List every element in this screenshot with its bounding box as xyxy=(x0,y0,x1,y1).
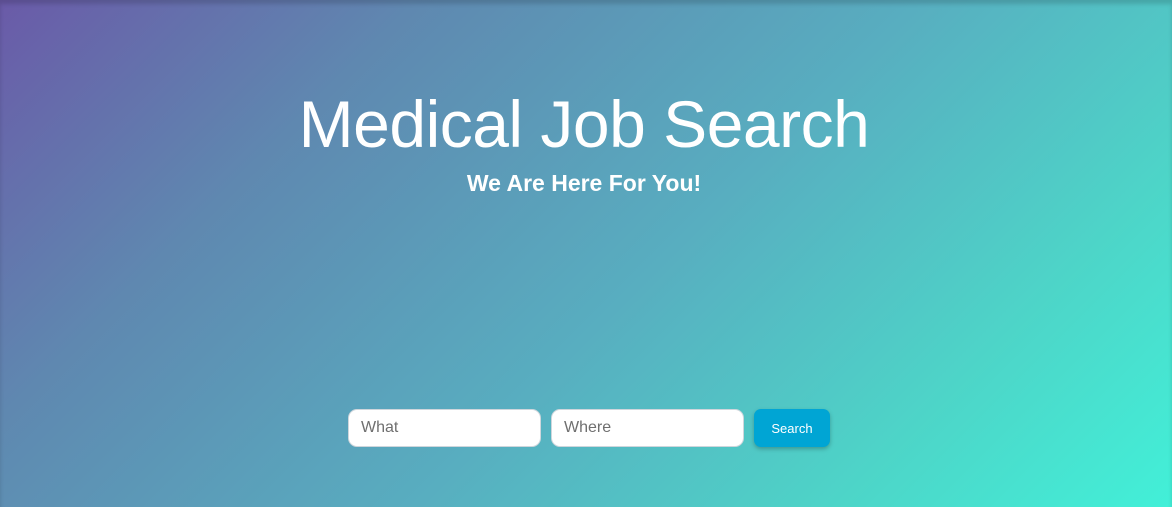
where-input[interactable] xyxy=(551,409,744,447)
what-input[interactable] xyxy=(348,409,541,447)
page-title: Medical Job Search xyxy=(298,87,870,161)
search-button[interactable]: Search xyxy=(754,409,830,447)
search-form: Search xyxy=(348,409,830,447)
hero-section: Medical Job Search We Are Here For You! … xyxy=(0,0,1172,507)
page-subtitle: We Are Here For You! xyxy=(466,170,702,196)
